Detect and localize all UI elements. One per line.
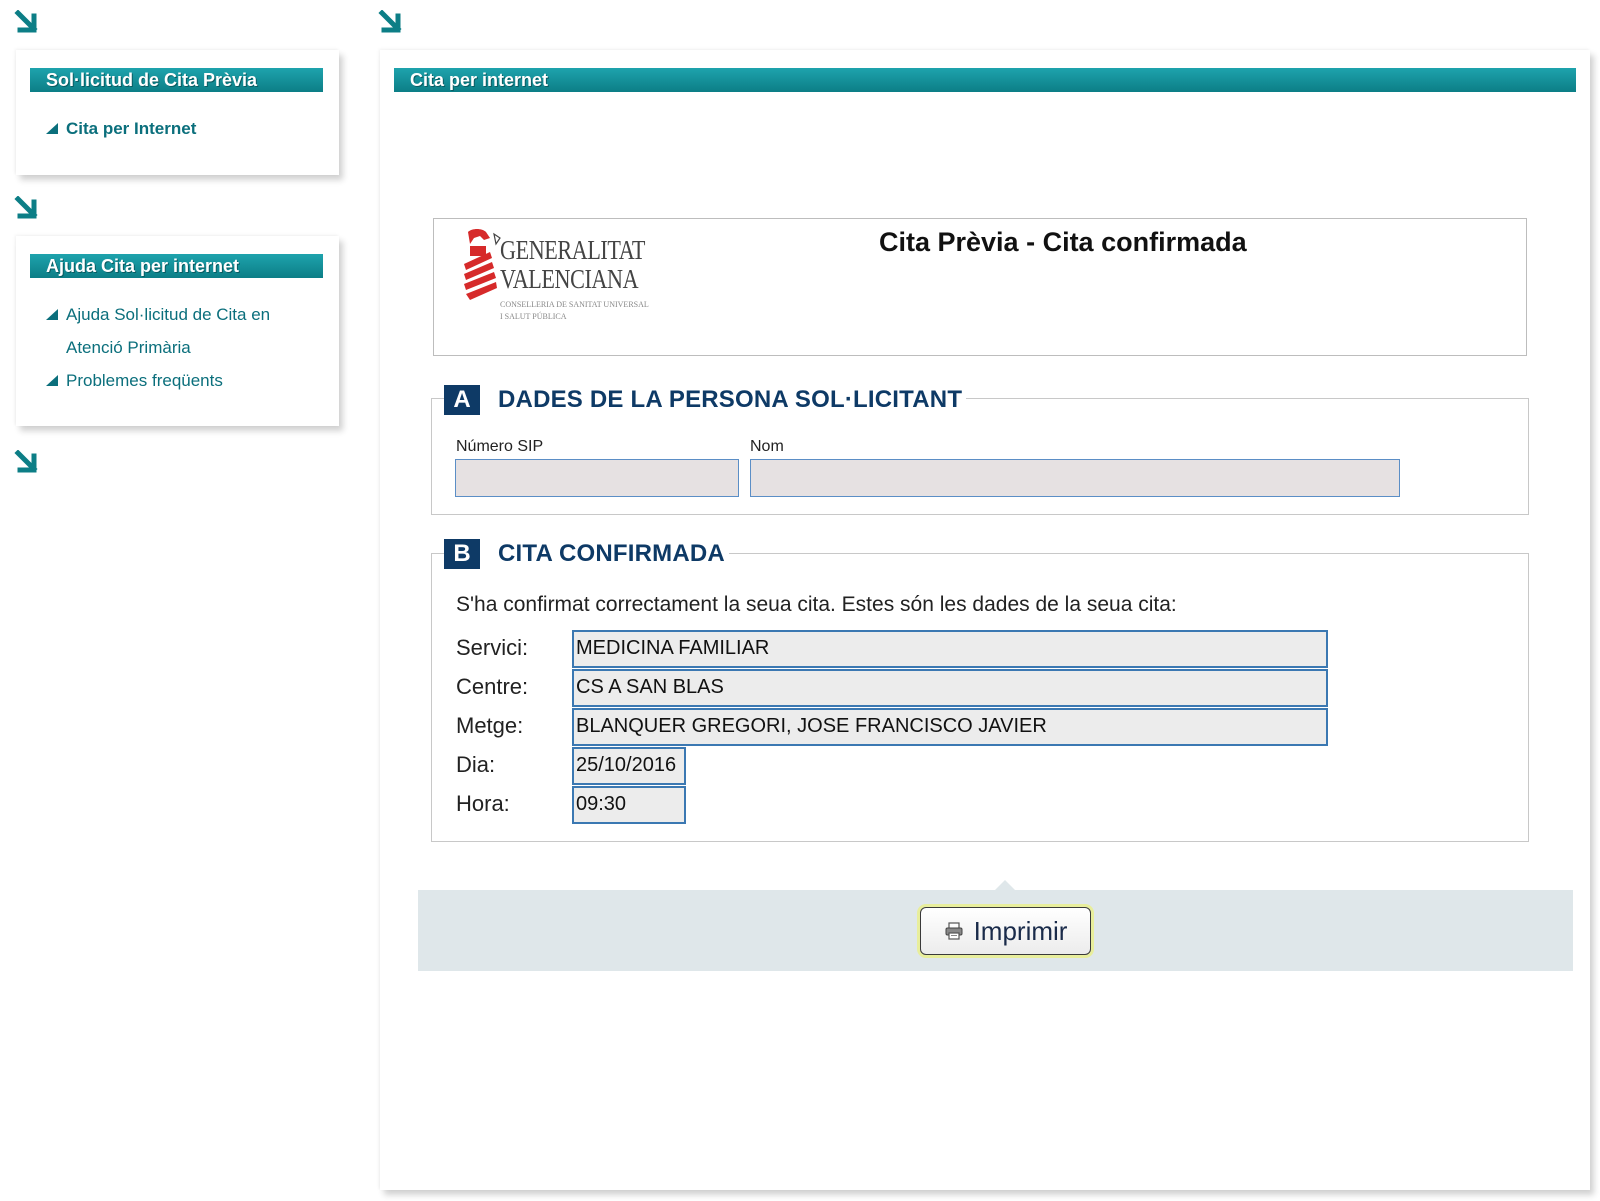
page-title: Cita Prèvia - Cita confirmada xyxy=(879,227,1247,257)
metge-label: Metge: xyxy=(456,713,524,738)
section-a-box xyxy=(431,398,1529,515)
hora-value: 09:30 xyxy=(572,786,686,824)
nom-field[interactable] xyxy=(750,459,1400,497)
sidebar-item-label: Ajuda Sol·licitud de Cita en xyxy=(66,305,271,324)
print-button[interactable]: Imprimir xyxy=(920,907,1091,955)
sidebar-list: Cita per Internet xyxy=(44,112,324,145)
hora-label: Hora: xyxy=(456,791,510,816)
main-header: Cita per internet xyxy=(394,68,1576,92)
section-title: CITA CONFIRMADA xyxy=(498,540,725,567)
sidebar-panel-title: Ajuda Cita per internet xyxy=(30,254,323,278)
sidebar-item-label: Cita per Internet xyxy=(66,119,197,138)
sip-field[interactable] xyxy=(455,459,739,497)
arrow-icon xyxy=(378,10,402,33)
sidebar-panel-cita-previa: Sol·licitud de Cita Prèvia Cita per Inte… xyxy=(16,50,339,175)
sidebar-panel-ajuda: Ajuda Cita per internet Ajuda Sol·licitu… xyxy=(16,236,339,426)
metge-value: BLANQUER GREGORI, JOSE FRANCISCO JAVIER xyxy=(572,708,1328,746)
dia-label: Dia: xyxy=(456,752,496,777)
section-title: DADES DE LA PERSONA SOL·LICITANT xyxy=(498,386,963,413)
sidebar-item-cita-per-internet[interactable]: Cita per Internet xyxy=(44,112,324,145)
servici-label: Servici: xyxy=(456,635,529,660)
arrow-icon xyxy=(14,450,38,473)
sidebar-item-ajuda-solicitud[interactable]: Ajuda Sol·licitud de Cita en Atenció Pri… xyxy=(44,298,329,364)
centre-label: Centre: xyxy=(456,674,529,699)
logo-text: GENERALITAT VALENCIANA CONSELLERIA DE SA… xyxy=(500,236,677,323)
section-a-legend: A DADES DE LA PERSONA SOL·LICITANT xyxy=(444,385,967,415)
triangle-bullet-icon xyxy=(46,309,58,320)
sidebar-item-problemes-frequents[interactable]: Problemes freqüents xyxy=(44,364,329,397)
sidebar-item-label: Atenció Primària xyxy=(66,338,191,357)
sidebar-item-label: Problemes freqüents xyxy=(66,371,223,390)
printer-icon xyxy=(945,922,963,940)
triangle-bullet-icon xyxy=(46,123,58,134)
arrow-icon xyxy=(14,196,38,219)
print-bar-notch xyxy=(995,880,1015,890)
sidebar-panel-title: Sol·licitud de Cita Prèvia xyxy=(30,68,323,92)
section-letter: A xyxy=(444,385,480,415)
logo-sub2: I SALUT PÚBLICA xyxy=(500,312,567,321)
arrow-icon xyxy=(14,10,38,33)
triangle-bullet-icon xyxy=(46,375,58,386)
logo-line1: GENERALITAT xyxy=(500,235,645,265)
sip-label: Número SIP xyxy=(456,438,544,455)
centre-value: CS A SAN BLAS xyxy=(572,669,1328,707)
dia-value: 25/10/2016 xyxy=(572,747,686,785)
logo-line2: VALENCIANA xyxy=(500,264,639,294)
sidebar-list: Ajuda Sol·licitud de Cita en Atenció Pri… xyxy=(44,298,329,397)
confirmation-message: S'ha confirmat correctament la seua cita… xyxy=(456,593,1177,616)
logo-sub1: CONSELLERIA DE SANITAT UNIVERSAL xyxy=(500,300,649,309)
nom-label: Nom xyxy=(750,438,784,455)
print-button-label: Imprimir xyxy=(973,915,1068,946)
section-b-legend: B CITA CONFIRMADA xyxy=(444,539,729,569)
section-letter: B xyxy=(444,539,480,569)
servici-value: MEDICINA FAMILIAR xyxy=(572,630,1328,668)
